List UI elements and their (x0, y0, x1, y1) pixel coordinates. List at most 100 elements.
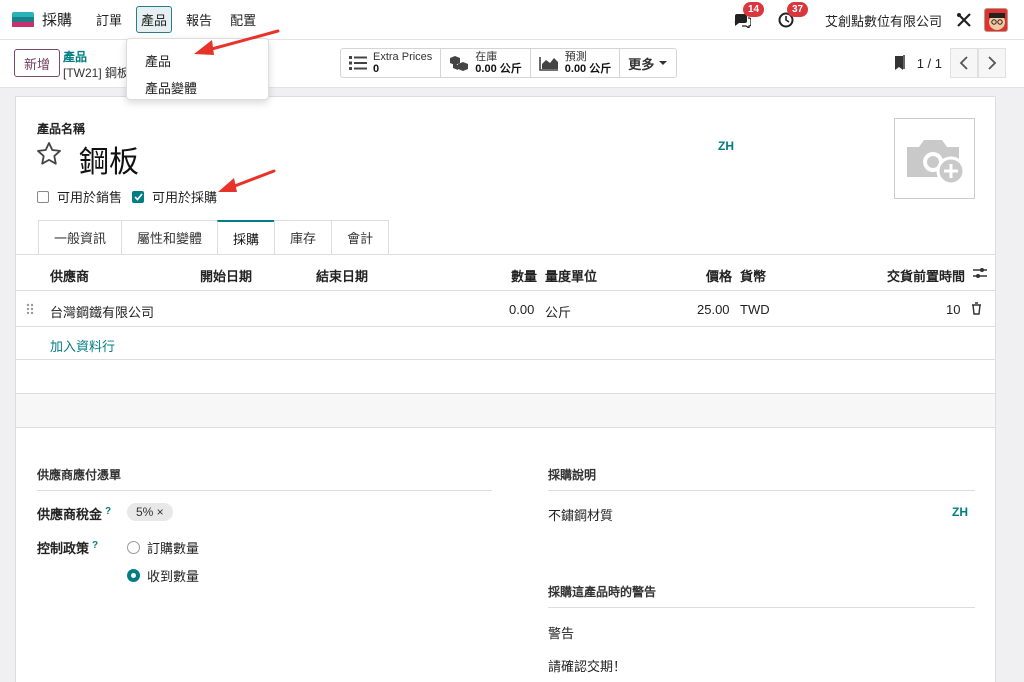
stat-value: 0.00 公斤 (475, 63, 522, 75)
pager-next[interactable] (978, 48, 1006, 78)
can-be-sold-label: 可用於銷售 (57, 190, 123, 205)
activities-button[interactable]: 37 (775, 2, 809, 31)
more-button[interactable]: 更多 (620, 49, 676, 77)
tax-tag[interactable]: 5% × (127, 503, 173, 521)
can-be-sold-checkbox[interactable] (37, 190, 49, 203)
menu-configuration[interactable]: 配置 (226, 7, 260, 32)
forecasted-button[interactable]: 預測 0.00 公斤 (531, 49, 621, 77)
breadcrumb-current: [TW21] 鋼板 (63, 66, 130, 80)
top-navbar: 採購 訂單 產品 報告 配置 14 37 艾創點數位有限公司 (0, 0, 1024, 40)
cell-lead-time[interactable]: 10 (946, 302, 960, 317)
policy-ordered-option[interactable]: 訂購數量 (127, 538, 199, 557)
product-form-sheet: 產品名稱 鋼板 ZH 可用於銷售 可用於採購 一般資訊 屬性和變體 採購 庫存 … (15, 96, 996, 682)
vendor-bills-title: 供應商應付憑單 (37, 466, 492, 491)
stat-value: 0 (373, 63, 380, 75)
cell-uom[interactable]: 公斤 (545, 302, 571, 321)
warning-message-field[interactable]: 請確認交期！ (548, 656, 626, 675)
extra-prices-button[interactable]: Extra Prices 0 (341, 49, 442, 77)
chevron-right-icon (988, 56, 997, 70)
radio-button[interactable] (127, 541, 140, 554)
policy-label: 收到數量 (147, 569, 200, 584)
camera-add-icon (906, 139, 965, 185)
column-settings-icon[interactable] (973, 267, 987, 279)
column-start-date[interactable]: 開始日期 (200, 266, 252, 285)
column-end-date[interactable]: 結束日期 (316, 266, 368, 285)
form-tabs: 一般資訊 屬性和變體 採購 庫存 會計 (38, 220, 390, 255)
empty-row (16, 359, 995, 393)
vendor-taxes-label: 供應商稅金? (37, 504, 111, 523)
dropdown-item-variants[interactable]: 產品變體 (127, 74, 268, 101)
column-quantity[interactable]: 數量 (511, 266, 537, 285)
empty-row (16, 393, 995, 427)
debug-tools-icon[interactable] (956, 12, 972, 28)
menu-orders[interactable]: 訂單 (92, 7, 126, 32)
table-row[interactable]: 台灣鋼鐵有限公司 0.00 公斤 25.00 TWD 10 (16, 291, 995, 327)
purchase-description-field[interactable]: 不鏽鋼材質 (548, 505, 613, 524)
product-image-upload[interactable] (894, 118, 975, 199)
can-be-sold-option[interactable]: 可用於銷售 (37, 187, 122, 206)
app-name[interactable]: 採購 (42, 9, 72, 30)
translate-button[interactable]: ZH (952, 505, 968, 519)
list-icon (349, 56, 367, 70)
tab-attributes-variants[interactable]: 屬性和變體 (121, 220, 218, 255)
messages-button[interactable]: 14 (731, 2, 765, 31)
more-label: 更多 (628, 56, 655, 72)
trash-icon[interactable] (971, 302, 982, 315)
cubes-icon (450, 56, 469, 71)
on-hand-button[interactable]: 在庫 0.00 公斤 (441, 49, 531, 77)
breadcrumb-parent[interactable]: 產品 (63, 48, 87, 65)
table-bottom-border (16, 427, 995, 428)
activities-badge: 37 (786, 2, 809, 17)
add-line-link[interactable]: 加入資料行 (50, 336, 115, 355)
control-policy-label: 控制政策? (37, 538, 98, 557)
new-button[interactable]: 新增 (14, 49, 61, 77)
radio-button[interactable] (127, 569, 140, 582)
tab-purchase[interactable]: 採購 (217, 220, 275, 255)
chevron-left-icon (959, 56, 968, 70)
purchase-app-icon[interactable] (12, 11, 34, 28)
favorite-star-icon[interactable] (36, 141, 62, 167)
warning-selector[interactable]: 警告 (548, 623, 574, 642)
tab-inventory[interactable]: 庫存 (274, 220, 332, 255)
help-icon[interactable]: ? (92, 540, 98, 551)
column-currency[interactable]: 貨幣 (740, 266, 766, 285)
messages-badge: 14 (742, 2, 765, 17)
can-be-purchased-label: 可用於採購 (152, 190, 218, 205)
purchase-warning-title: 採購這產品時的警告 (548, 583, 975, 608)
vendor-table-header: 供應商 開始日期 結束日期 數量 量度單位 價格 貨幣 交貨前置時間 (16, 255, 995, 291)
column-vendor[interactable]: 供應商 (50, 266, 89, 285)
policy-received-option[interactable]: 收到數量 (127, 566, 199, 585)
stat-label: 在庫 (475, 51, 498, 63)
menu-reporting[interactable]: 報告 (182, 7, 216, 32)
menu-products[interactable]: 產品 (136, 6, 173, 33)
pager-value[interactable]: 1 / 1 (917, 56, 942, 71)
cell-quantity[interactable]: 0.00 (509, 302, 534, 317)
pager: 1 / 1 (893, 48, 1006, 78)
pager-previous[interactable] (950, 48, 978, 78)
column-price[interactable]: 價格 (706, 266, 732, 285)
tab-general-info[interactable]: 一般資訊 (38, 220, 122, 255)
products-dropdown: 產品 產品變體 (126, 38, 269, 100)
stat-value: 0.00 公斤 (564, 63, 612, 75)
product-name-label: 產品名稱 (37, 122, 86, 136)
cell-currency[interactable]: TWD (740, 302, 770, 317)
cell-price[interactable]: 25.00 (697, 302, 730, 317)
bookmark-icon[interactable] (893, 54, 907, 72)
translate-button[interactable]: ZH (718, 139, 734, 153)
company-switcher[interactable]: 艾創點數位有限公司 (825, 11, 942, 30)
can-be-purchased-option[interactable]: 可用於採購 (132, 187, 217, 206)
control-policy-text: 控制政策 (37, 541, 90, 556)
stat-label: Extra Prices (373, 51, 433, 63)
tab-accounting[interactable]: 會計 (331, 220, 390, 255)
dropdown-item-products[interactable]: 產品 (127, 47, 268, 74)
cell-vendor[interactable]: 台灣鋼鐵有限公司 (50, 302, 154, 321)
user-avatar[interactable] (984, 8, 1008, 32)
checkmark-icon (133, 192, 143, 201)
drag-handle-icon[interactable] (26, 303, 34, 315)
column-uom[interactable]: 量度單位 (545, 266, 597, 285)
vendor-taxes-text: 供應商稅金 (37, 507, 103, 522)
can-be-purchased-checkbox[interactable] (132, 190, 144, 203)
help-icon[interactable]: ? (105, 506, 111, 517)
product-name-field[interactable]: 鋼板 (79, 137, 139, 181)
column-lead-time[interactable]: 交貨前置時間 (887, 266, 965, 285)
